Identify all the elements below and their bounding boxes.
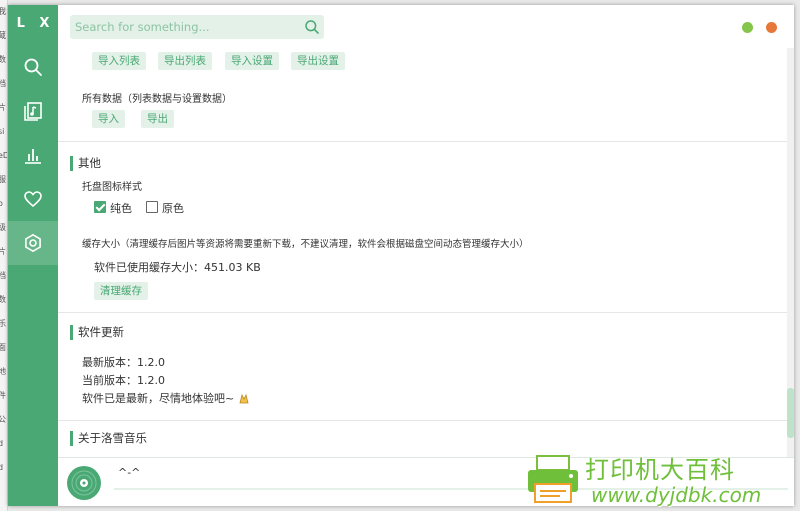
- party-hands-icon: [239, 393, 249, 404]
- background-fragment: 公: [0, 408, 7, 432]
- all-data-label: 所有数据（列表数据与设置数据）: [82, 94, 232, 105]
- scrollbar-thumb[interactable]: [787, 388, 794, 438]
- background-fragment: 档: [0, 264, 7, 288]
- background-fragment: 片: [0, 240, 7, 264]
- tray-icon-style-label: 托盘图标样式: [82, 182, 142, 193]
- sidebar-item-leaderboard[interactable]: [8, 133, 58, 177]
- minimize-button[interactable]: [742, 22, 753, 33]
- export-list-button[interactable]: 导出列表: [158, 52, 212, 70]
- tray-solid-checkbox[interactable]: [94, 201, 106, 213]
- sidebar-item-song-list[interactable]: [8, 89, 58, 133]
- settings-icon: [25, 233, 41, 253]
- background-fragment: 面: [0, 336, 7, 360]
- current-version-text: 当前版本：1.2.0: [82, 374, 165, 387]
- import-all-button[interactable]: 导入: [92, 110, 125, 128]
- watermark-url: www.dyjdbk.com: [591, 483, 762, 507]
- search-icon: [24, 58, 42, 76]
- tray-original-label[interactable]: 原色: [162, 200, 184, 216]
- app-logo: L X: [16, 16, 55, 31]
- background-desktop-strip: 我蔵数档片sieD服o级片档数乐面地件公dd: [0, 0, 8, 511]
- export-settings-button[interactable]: 导出设置: [291, 52, 345, 70]
- export-all-button[interactable]: 导出: [141, 110, 174, 128]
- latest-version-text: 最新版本：1.2.0: [82, 356, 165, 369]
- search-icon[interactable]: [304, 19, 320, 35]
- watermark-text: 打印机大百科: [585, 456, 735, 484]
- now-playing-title: ^-^: [118, 466, 141, 479]
- section-title-other: 其他: [70, 156, 101, 171]
- tray-solid-label[interactable]: 纯色: [110, 200, 132, 216]
- background-fragment: 数: [0, 48, 7, 72]
- clear-cache-button[interactable]: 清理缓存: [94, 282, 148, 300]
- sidebar-item-love[interactable]: [8, 177, 58, 221]
- printer-logo-icon: [528, 455, 578, 503]
- section-divider: [58, 312, 787, 313]
- tray-original-checkbox[interactable]: [146, 201, 158, 213]
- background-fragment: 服: [0, 168, 7, 192]
- sidebar-item-settings[interactable]: [8, 221, 58, 265]
- background-fragment: 乐: [0, 312, 7, 336]
- search-input[interactable]: [70, 15, 295, 39]
- heart-icon: [24, 191, 42, 208]
- background-fragment: 级: [0, 216, 7, 240]
- background-fragment: 片: [0, 96, 7, 120]
- background-fragment: 件: [0, 384, 7, 408]
- background-fragment: eD: [0, 144, 7, 168]
- background-fragment: 数: [0, 288, 7, 312]
- sidebar-item-search[interactable]: [8, 45, 58, 89]
- background-fragment: d: [0, 456, 7, 480]
- app-window: L X 导入列表 导出列表 导入设置 导出设置 所有数据（列表数据与设置数据） …: [8, 5, 794, 506]
- background-fragment: 档: [0, 72, 7, 96]
- search-box: [70, 15, 324, 39]
- background-fragment: o: [0, 192, 7, 216]
- section-divider: [58, 420, 787, 421]
- import-settings-button[interactable]: 导入设置: [225, 52, 279, 70]
- close-button[interactable]: [766, 22, 777, 33]
- background-fragment: d: [0, 432, 7, 456]
- background-fragment: si: [0, 127, 5, 136]
- album-disc-icon[interactable]: [66, 465, 102, 501]
- watermark: 打印机大百科 www.dyjdbk.com: [525, 450, 800, 511]
- content-scrollbar[interactable]: [787, 48, 794, 457]
- section-divider: [58, 141, 787, 142]
- update-status-text: 软件已是最新，尽情地体验吧~: [82, 390, 250, 406]
- cache-size-label: 缓存大小（清理缓存后图片等资源将需要重新下载，不建议清理，软件会根据磁盘空间动态…: [82, 239, 529, 250]
- leaderboard-icon: [25, 149, 41, 164]
- cache-used-value: 软件已使用缓存大小：451.03 KB: [94, 261, 261, 274]
- music-list-icon: [24, 102, 42, 121]
- update-status-label: 软件已是最新，尽情地体验吧~: [82, 392, 235, 405]
- sidebar: L X: [8, 5, 58, 506]
- section-title-about: 关于洛雪音乐: [70, 431, 147, 446]
- import-list-button[interactable]: 导入列表: [92, 52, 146, 70]
- background-fragment: 蔵: [0, 24, 7, 48]
- background-fragment: 地: [0, 360, 7, 384]
- section-title-update: 软件更新: [70, 325, 124, 340]
- settings-panel: 导入列表 导出列表 导入设置 导出设置 所有数据（列表数据与设置数据） 导入 导…: [58, 48, 794, 457]
- background-fragment: 我: [0, 0, 7, 24]
